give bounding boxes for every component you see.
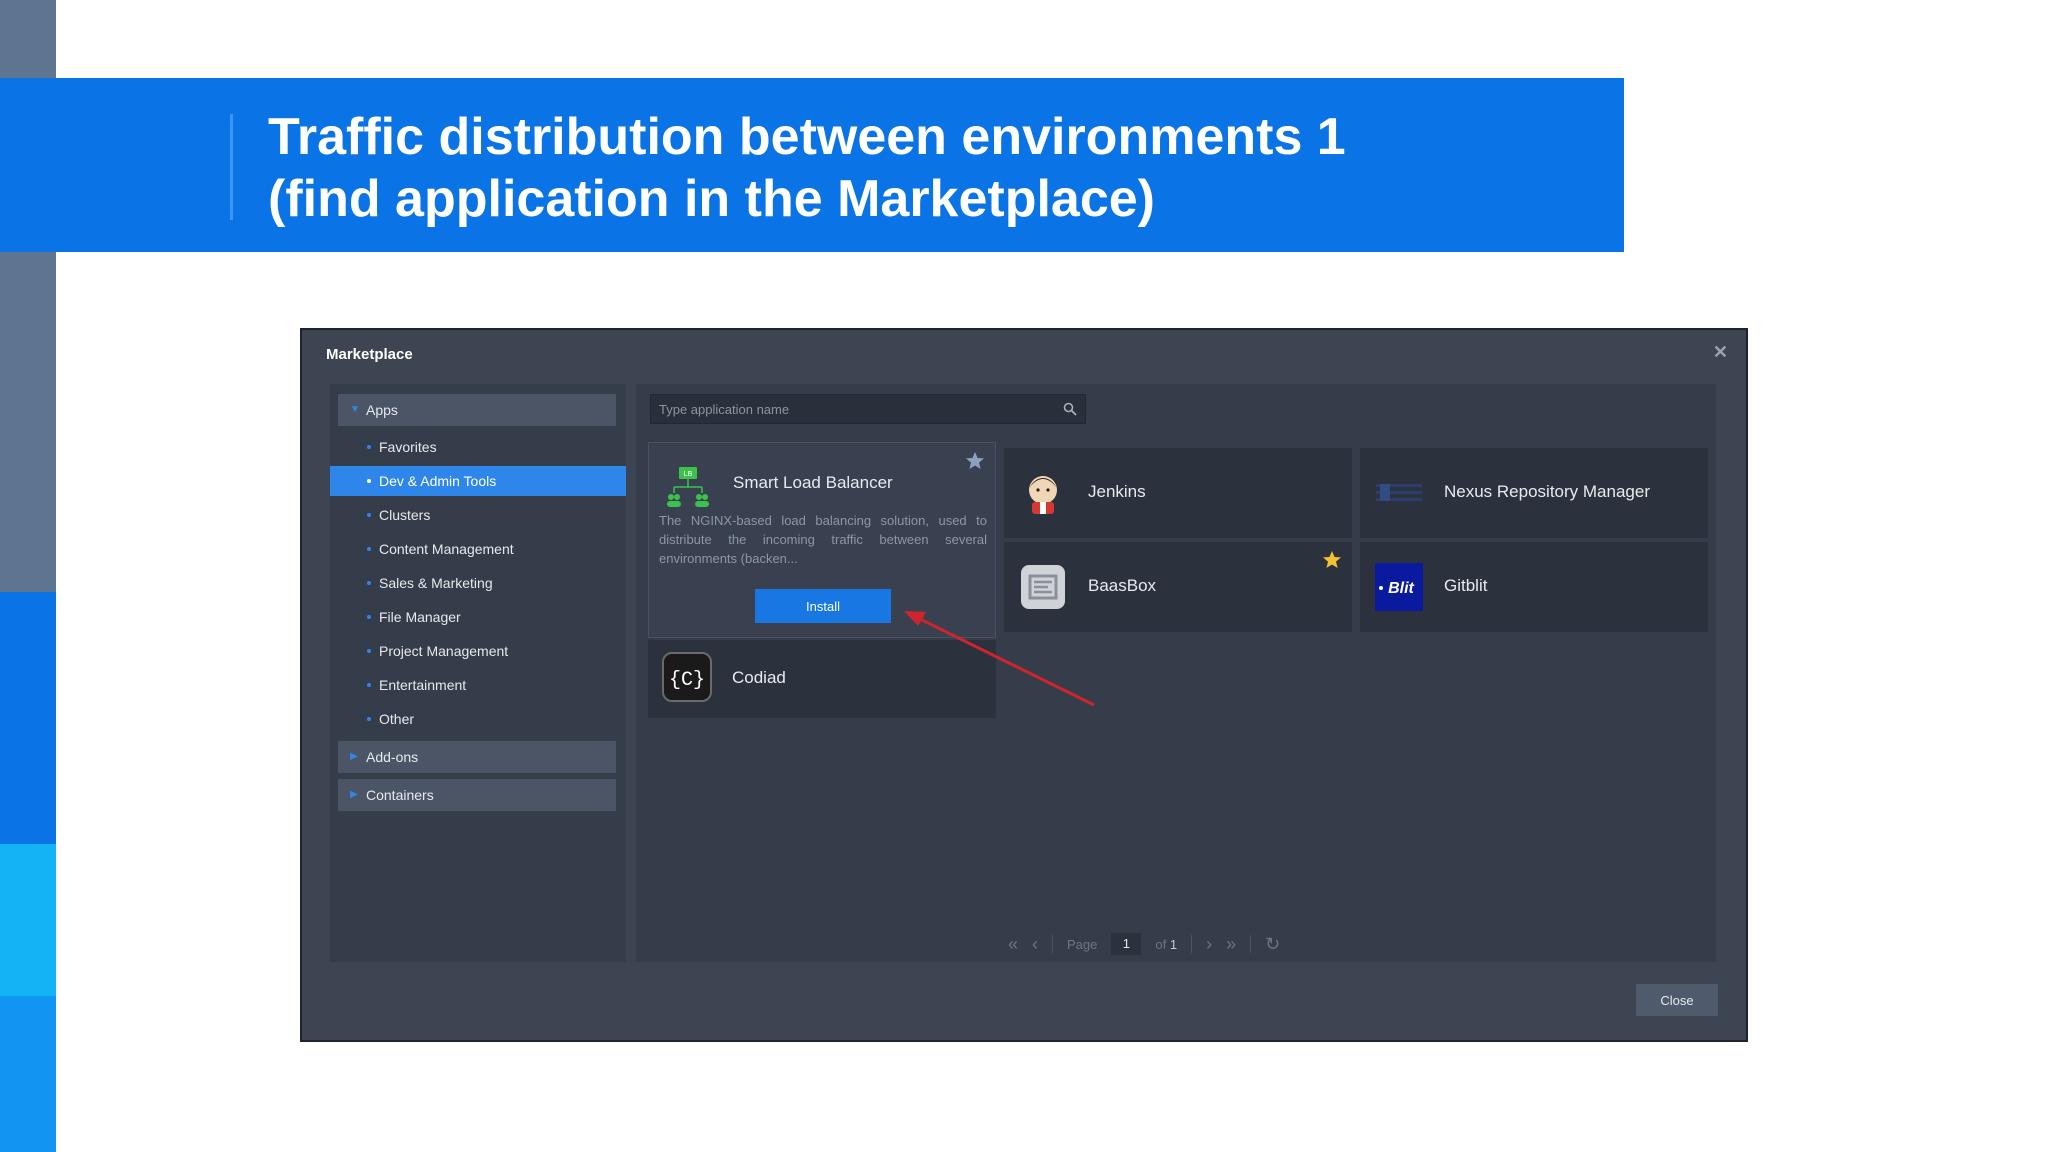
arrow-head [904, 611, 926, 626]
annotation-arrow [904, 611, 1095, 707]
arrow-line [917, 616, 1095, 707]
